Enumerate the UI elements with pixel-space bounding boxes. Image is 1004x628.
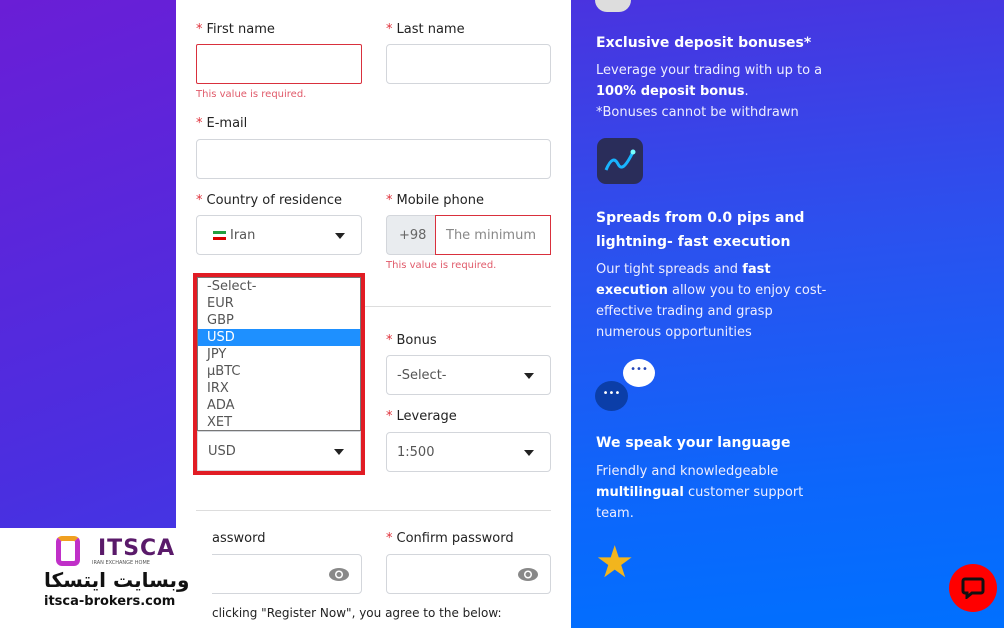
- leverage-label: * Leverage: [386, 409, 457, 424]
- chevron-down-icon: [334, 449, 344, 455]
- feature-title: Exclusive deposit bonuses*: [596, 35, 812, 51]
- last-name-input[interactable]: [386, 44, 551, 84]
- bonus-label: * Bonus: [386, 333, 437, 348]
- last-name-label: * Last name: [386, 22, 465, 37]
- cloud-icon: [595, 0, 631, 12]
- currency-dropdown: -Select- EUR GBP USD JPY µBTC IRX ADA XE…: [197, 277, 361, 431]
- chat-icon: [961, 577, 985, 599]
- feature-text: Our tight spreads and fast execution allo…: [596, 262, 827, 340]
- country-select[interactable]: Iran: [196, 215, 362, 255]
- feature-text: Friendly and knowledgeable multilingual c…: [596, 464, 804, 521]
- country-label: * Country of residence: [196, 193, 343, 208]
- chevron-down-icon: [335, 233, 345, 239]
- divider: [196, 510, 551, 511]
- iran-flag-icon: [213, 230, 226, 240]
- bonus-select[interactable]: -Select-: [386, 355, 551, 395]
- mobile-label: * Mobile phone: [386, 193, 484, 208]
- live-chat-button[interactable]: [949, 564, 997, 612]
- currency-option-selected[interactable]: USD: [198, 329, 360, 346]
- feature-title: Spreads from 0.0 pips and lightning- fast…: [596, 210, 805, 250]
- mobile-error: This value is required.: [386, 260, 497, 271]
- password-label: assword: [212, 531, 266, 546]
- email-input[interactable]: [196, 139, 551, 179]
- stars-icon: ★: [595, 537, 635, 588]
- itsca-logo-icon: [56, 536, 80, 566]
- itsca-watermark: ITSCA IRAN EXCHANGE HOME وبسایت ایتسکا i…: [0, 528, 212, 628]
- currency-option[interactable]: ADA: [198, 397, 360, 414]
- first-name-input[interactable]: [196, 44, 362, 84]
- confirm-password-label: * Confirm password: [386, 531, 514, 546]
- agree-text: clicking "Register Now", you agree to th…: [212, 606, 502, 620]
- currency-option[interactable]: IRX: [198, 380, 360, 397]
- feature-title: We speak your language: [596, 435, 791, 451]
- chevron-down-icon: [524, 373, 534, 379]
- leverage-select[interactable]: 1:500: [386, 432, 551, 472]
- currency-option[interactable]: µBTC: [198, 363, 360, 380]
- features-panel: Exclusive deposit bonuses* Leverage your…: [571, 0, 1004, 628]
- phone-code: +98: [386, 215, 436, 255]
- chart-trend-icon: [597, 138, 643, 184]
- itsca-brand: ITSCA: [98, 536, 176, 561]
- email-label: * E-mail: [196, 116, 248, 131]
- currency-select[interactable]: USD: [197, 431, 361, 471]
- confirm-password-input[interactable]: [386, 554, 551, 594]
- first-name-error: This value is required.: [196, 89, 307, 100]
- eye-icon[interactable]: [518, 568, 538, 581]
- feature-text: Leverage your trading with up to a 100% d…: [596, 63, 823, 120]
- mobile-input[interactable]: The minimum: [435, 215, 551, 255]
- currency-option[interactable]: -Select-: [198, 278, 360, 295]
- first-name-label: * First name: [196, 22, 275, 37]
- chevron-down-icon: [524, 450, 534, 456]
- currency-option[interactable]: EUR: [198, 295, 360, 312]
- currency-option[interactable]: GBP: [198, 312, 360, 329]
- eye-icon[interactable]: [329, 568, 349, 581]
- currency-option[interactable]: JPY: [198, 346, 360, 363]
- password-input[interactable]: [196, 554, 362, 594]
- currency-option[interactable]: XET: [198, 414, 360, 431]
